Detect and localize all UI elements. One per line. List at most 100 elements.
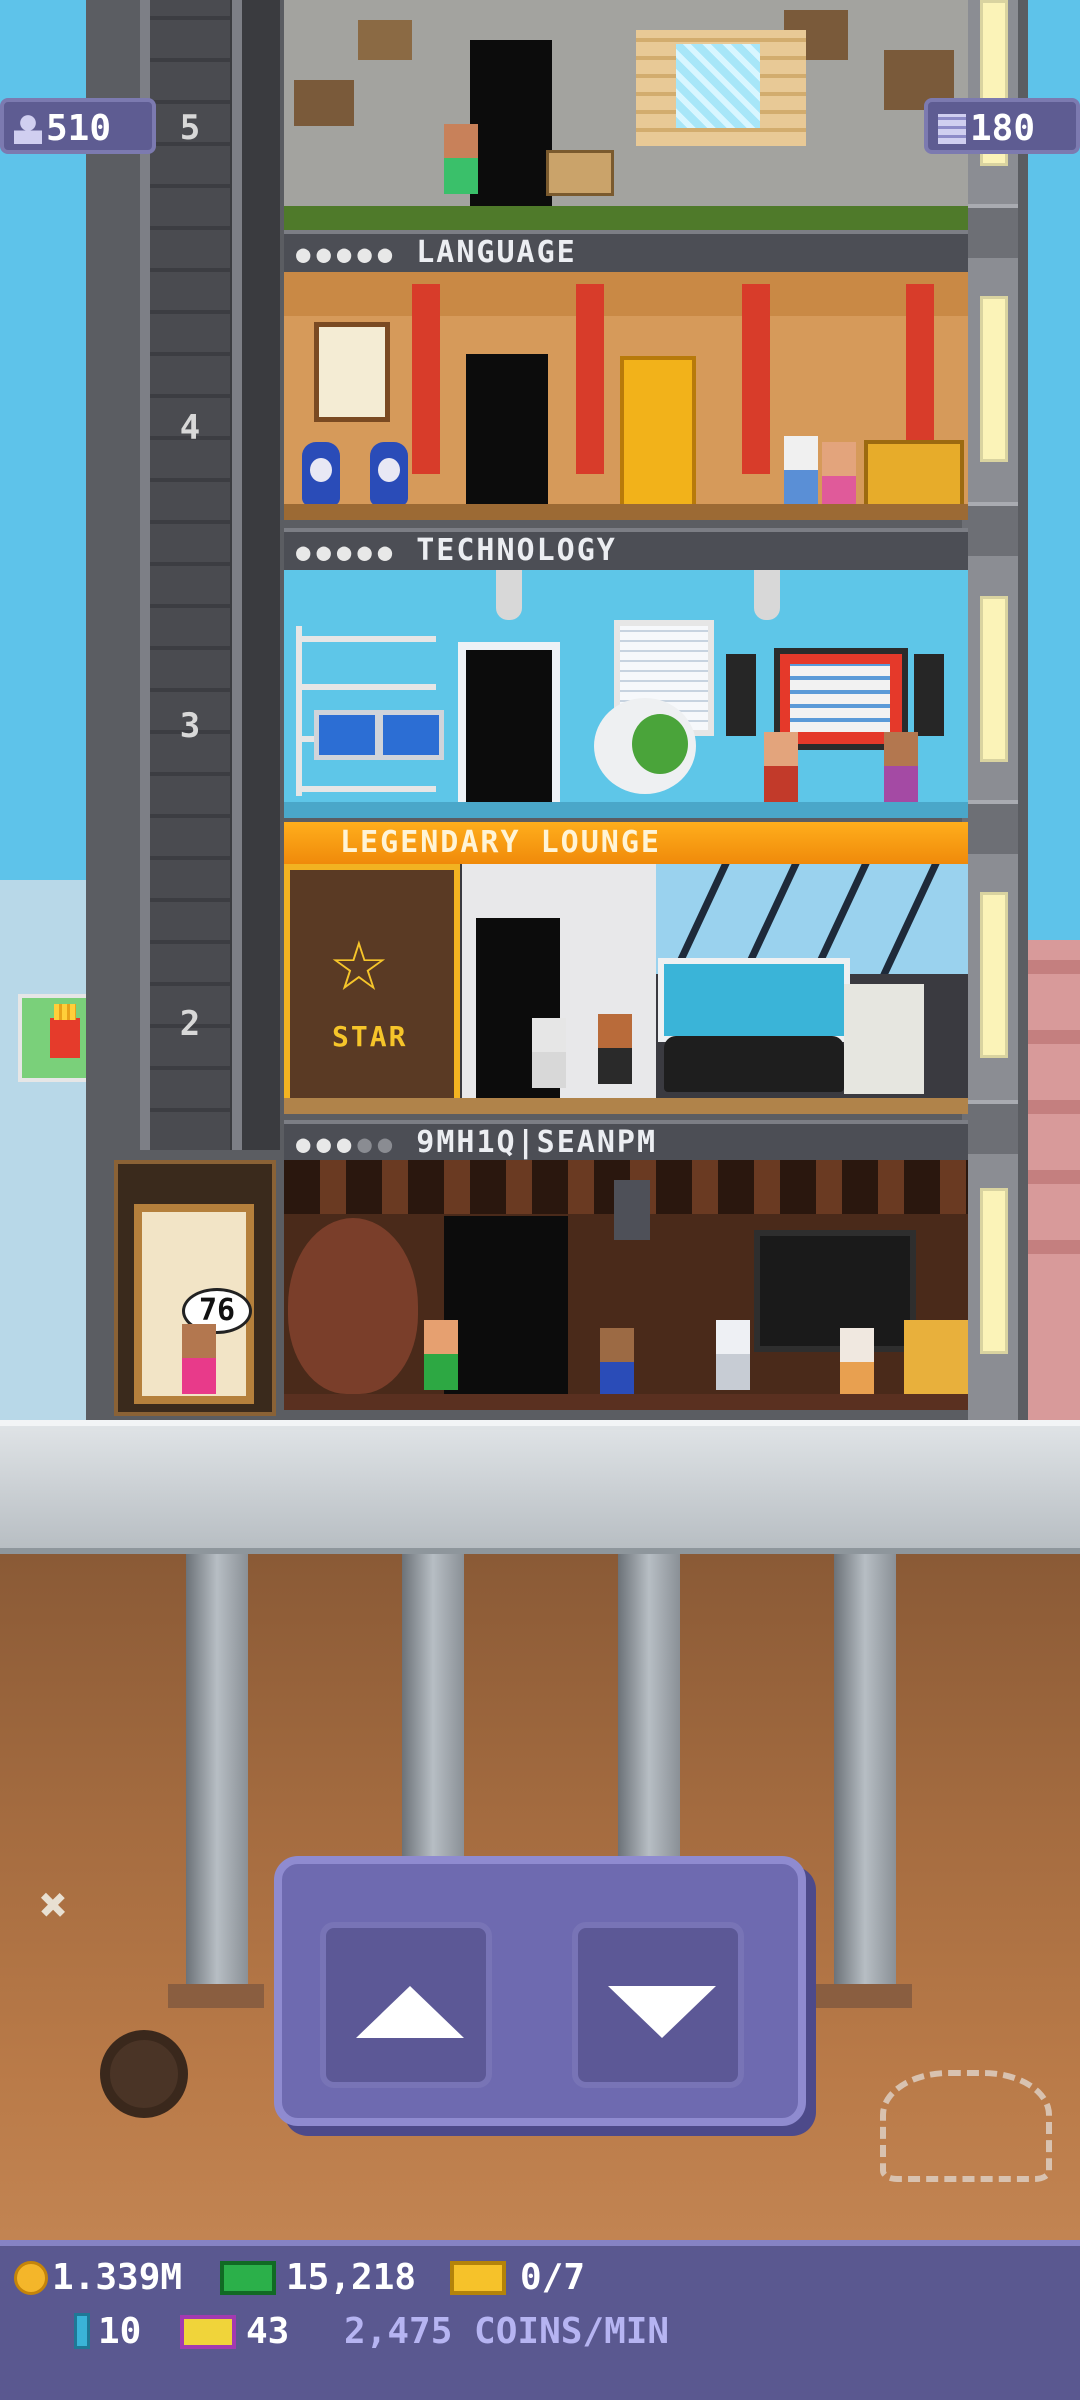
monitor-icon [378, 710, 444, 760]
bux-counter[interactable]: 15,218 [220, 2256, 416, 2300]
residents-icon: ●●●●● [296, 240, 399, 268]
crown-icon [904, 1320, 968, 1396]
buried-tire [100, 2030, 188, 2118]
egg-chair [594, 698, 696, 794]
residents-icon: ●●●●● [296, 538, 399, 566]
floor-chocolate[interactable] [284, 1160, 968, 1410]
monitor-icon [314, 710, 380, 760]
floor-label-bar[interactable]: ●●●●● LANGUAGE [284, 230, 968, 274]
coin-rate: 2,475 COINS/MIN [344, 2311, 670, 2352]
population-count: 510 [46, 108, 112, 149]
foundation-pillar [186, 1554, 248, 1988]
shaft-floor-number: 2 [179, 1004, 201, 1044]
floor-technology[interactable] [284, 570, 968, 818]
bitizen[interactable] [764, 732, 798, 802]
ceiling-lamp-icon [496, 570, 522, 620]
bitizen[interactable] [532, 1018, 566, 1088]
tower-bux-icon [74, 2313, 90, 2349]
vip-value: 43 [246, 2311, 290, 2352]
ground-slab [0, 1420, 1080, 1554]
shaft-floor-number: 5 [179, 108, 201, 148]
floor-quarry[interactable] [284, 0, 968, 232]
residents-icon: ●●●●● [296, 1130, 399, 1158]
floor-door [444, 1216, 568, 1396]
sofa [664, 1036, 844, 1092]
bitizen[interactable] [784, 436, 818, 506]
aquarium [658, 958, 850, 1042]
floor-label-bar[interactable]: ●●●●● TECHNOLOGY [284, 528, 968, 572]
coin-icon [14, 2261, 48, 2295]
coins-value: 1.339M [52, 2257, 183, 2298]
tickets-value: 0/7 [520, 2257, 586, 2298]
floor-door [458, 642, 560, 818]
bitizen[interactable] [600, 1328, 634, 1398]
coins-counter[interactable]: 1.339M [14, 2256, 182, 2300]
golden-ticket-icon [450, 2261, 506, 2295]
floor-sign [546, 150, 614, 196]
wall-art [844, 984, 924, 1094]
status-bar: 1.339M 15,218 0/7 10 43 2,475 COINS/MIN [0, 2240, 1080, 2400]
floor-door [466, 354, 548, 516]
leprechaun-bitizen[interactable] [424, 1320, 458, 1390]
bux-icon [220, 2261, 276, 2295]
speaker-icon [914, 654, 944, 736]
floor-name: TECHNOLOGY [416, 533, 617, 568]
elevator-down-button[interactable] [572, 1922, 744, 2088]
bitizen[interactable] [884, 732, 918, 802]
shaft-brick-wall [150, 0, 230, 1150]
dinosaur-fossil [880, 2070, 1052, 2182]
foundation-pillar [834, 1554, 896, 1988]
vase-icon [370, 442, 408, 506]
up-arrow-icon [356, 1986, 464, 2038]
bux-small-counter[interactable]: 10 [74, 2310, 141, 2354]
shaft-rail-left [140, 0, 150, 1150]
bux-small-value: 10 [98, 2311, 142, 2352]
floor-label-bar[interactable]: ●●●●● 9MH1Q|SEANPM [284, 1120, 968, 1164]
floor-name: LEGENDARY LOUNGE [340, 825, 661, 860]
star-icon: ☆ [330, 902, 388, 1014]
star-sign: ☆ STAR [284, 864, 460, 1104]
floor-legendary-lounge[interactable]: ☆ STAR [284, 864, 968, 1114]
elevator-control-panel [274, 1856, 806, 2126]
elevator-up-button[interactable] [320, 1922, 492, 2088]
bitizen[interactable] [822, 442, 856, 512]
tickets-counter[interactable]: 0/7 [450, 2256, 585, 2300]
population-badge[interactable]: 510 [0, 98, 156, 154]
vip-counter[interactable]: 43 [180, 2310, 289, 2354]
bunny-bitizen[interactable] [840, 1328, 874, 1398]
chocolate-egg [288, 1218, 418, 1394]
elevator-car[interactable]: 76 [114, 1160, 276, 1416]
shaft-floor-number: 3 [179, 706, 201, 746]
building-icon [938, 114, 966, 144]
bitizen [182, 1324, 216, 1394]
glass-window [676, 44, 760, 128]
robot-bitizen[interactable] [716, 1320, 750, 1390]
down-arrow-icon [608, 1986, 716, 2038]
bux-value: 15,218 [286, 2257, 417, 2298]
star-sign-text: STAR [332, 1020, 408, 1053]
floor-door [470, 40, 552, 210]
tower-right-pillar [962, 0, 1018, 1420]
floor-name: 9MH1Q|SEANPM [416, 1125, 658, 1160]
person-icon [14, 114, 42, 144]
speaker-icon [726, 654, 756, 736]
hieroglyph-scroll [314, 322, 390, 422]
ceiling-lamp-icon [754, 570, 780, 620]
background-building-left [0, 880, 90, 1420]
floor-name: LANGUAGE [416, 235, 577, 270]
elevator-cage: 76 [134, 1204, 254, 1404]
bitizen[interactable] [444, 124, 478, 194]
vase-icon [302, 442, 340, 506]
bitizen[interactable] [598, 1014, 632, 1084]
floors-count: 180 [970, 108, 1036, 149]
floor-language[interactable] [284, 272, 968, 520]
shaft-rail-right [232, 0, 242, 1150]
fries-billboard [18, 994, 96, 1082]
shaft-floor-number: 4 [179, 408, 201, 448]
claw-icon [614, 1180, 650, 1240]
display-screen [754, 1230, 916, 1352]
throne [620, 356, 696, 514]
vip-icon [180, 2315, 236, 2349]
floors-badge[interactable]: 180 [924, 98, 1080, 154]
legendary-lounge-bar[interactable]: LEGENDARY LOUNGE [284, 822, 968, 864]
